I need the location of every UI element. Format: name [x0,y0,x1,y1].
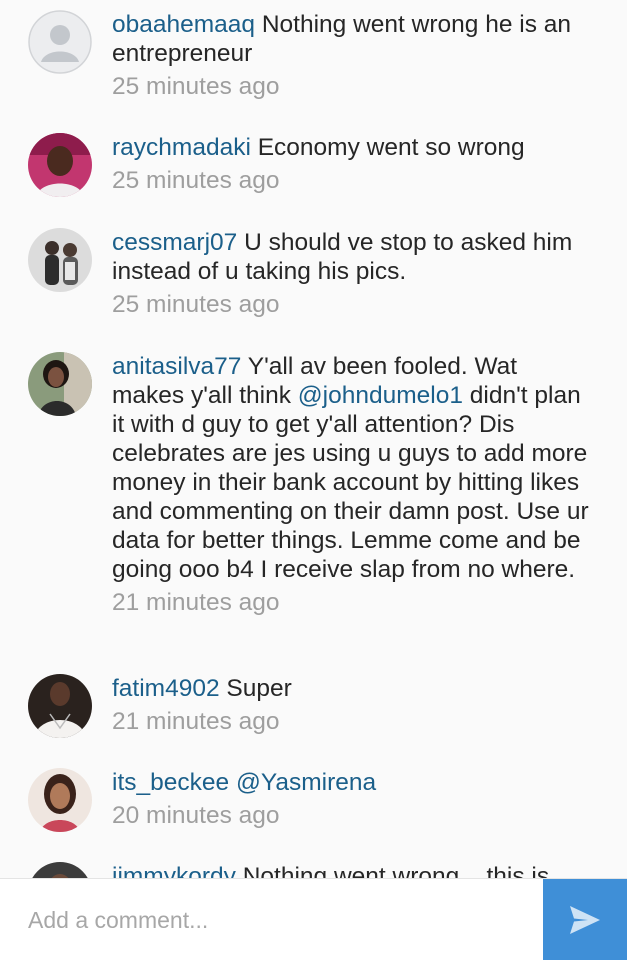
comments-screen: obaahemaaq Nothing went wrong he is an e… [0,0,627,960]
comment-username[interactable]: raychmadaki [112,134,251,161]
send-button[interactable] [543,879,627,960]
default-avatar-icon [28,10,92,74]
profile-photo-icon [28,768,92,832]
comment-content: jimmykordy Nothing went wrong .. this is [112,862,592,878]
comment-username[interactable]: cessmarj07 [112,229,237,256]
comment-text: Economy went so wrong [257,134,525,161]
avatar-photo[interactable] [28,228,92,292]
profile-photo-icon [28,352,92,416]
comment-text: Nothing went wrong .. this is [242,863,550,878]
comment-mention[interactable]: @johndumelo1 [298,382,463,409]
comment-timestamp: 25 minutes ago [112,73,280,100]
comment-timestamp: 25 minutes ago [112,167,280,194]
comment-content: obaahemaaq Nothing went wrong he is an e… [112,10,592,101]
comment-content: its_beckee @Yasmirena 20 minutes ago [112,768,592,830]
comment-timestamp: 21 minutes ago [112,708,280,735]
comment-content: anitasilva77 Y'all av been fooled. Wat m… [112,352,592,617]
comment-content: raychmadaki Economy went so wrong 25 min… [112,133,592,195]
avatar-photo[interactable] [28,768,92,832]
avatar-photo[interactable] [28,862,92,878]
profile-photo-icon [28,228,92,292]
send-arrow-icon [570,906,600,934]
comment-username[interactable]: its_beckee [112,769,229,796]
profile-photo-icon [28,862,92,878]
comment-mention[interactable]: @Yasmirena [236,769,376,796]
comment-text: didn't plan it with d guy to get y'all a… [112,382,589,583]
comment-timestamp: 20 minutes ago [112,802,280,829]
profile-photo-icon [28,674,92,738]
comment-timestamp: 21 minutes ago [112,589,280,616]
comment-list[interactable]: obaahemaaq Nothing went wrong he is an e… [0,0,627,878]
profile-photo-icon [28,133,92,197]
comment-username[interactable]: jimmykordy [112,863,236,878]
comment-composer [0,878,627,960]
add-comment-input[interactable] [0,879,543,960]
comment-timestamp: 25 minutes ago [112,291,280,318]
comment-content: fatim4902 Super 21 minutes ago [112,674,592,736]
comment-username[interactable]: anitasilva77 [112,353,241,380]
avatar-photo[interactable] [28,352,92,416]
comment-content: cessmarj07 U should ve stop to asked him… [112,228,592,319]
avatar-default[interactable] [28,10,92,74]
avatar-photo[interactable] [28,133,92,197]
comment-username[interactable]: fatim4902 [112,675,220,702]
avatar-photo[interactable] [28,674,92,738]
comment-username[interactable]: obaahemaaq [112,11,255,38]
comment-text: Super [226,675,292,702]
